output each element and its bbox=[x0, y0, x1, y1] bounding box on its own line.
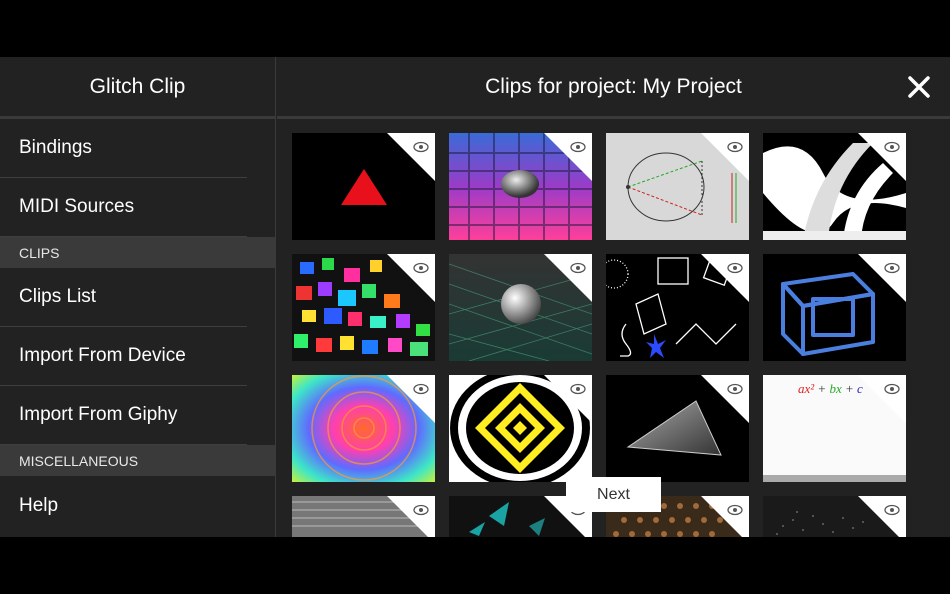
next-button[interactable]: Next bbox=[566, 477, 661, 512]
clips-header: Clips for project: My Project bbox=[277, 57, 950, 119]
clip-tile-bw-swirl[interactable] bbox=[763, 133, 906, 240]
clip-tile-ellipse-diagram[interactable] bbox=[606, 133, 749, 240]
eye-icon[interactable] bbox=[413, 141, 429, 153]
sidebar-item-import-from-device[interactable]: Import From Device bbox=[0, 327, 247, 386]
clip-tile-silver-sphere[interactable] bbox=[449, 254, 592, 361]
sidebar-item-clips-list[interactable]: Clips List bbox=[0, 268, 247, 327]
sidebar-item-help[interactable]: Help bbox=[0, 476, 247, 535]
eye-icon[interactable] bbox=[884, 141, 900, 153]
eye-icon[interactable] bbox=[413, 383, 429, 395]
clip-tile-grey-texture[interactable] bbox=[292, 496, 435, 537]
eye-icon[interactable] bbox=[727, 383, 743, 395]
corner-badge bbox=[858, 496, 906, 537]
clip-tile-glass-triangle[interactable] bbox=[606, 375, 749, 482]
eye-icon[interactable] bbox=[570, 383, 586, 395]
eye-icon[interactable] bbox=[727, 141, 743, 153]
close-button[interactable] bbox=[906, 74, 932, 100]
top-letterbox bbox=[0, 0, 950, 57]
corner-badge bbox=[387, 496, 435, 537]
eye-icon[interactable] bbox=[413, 262, 429, 274]
clip-tile-equation[interactable]: ax² + bx + c bbox=[763, 375, 906, 482]
clips-panel: Clips for project: My Project ax² + bx +… bbox=[277, 57, 950, 537]
clip-tile-op-art-diamond[interactable] bbox=[449, 375, 592, 482]
clip-tile-psychedelic-tunnel[interactable] bbox=[292, 375, 435, 482]
equation-text: ax² + bx + c bbox=[798, 381, 863, 396]
eye-icon[interactable] bbox=[884, 262, 900, 274]
clip-tile-chrome-sphere-grid[interactable] bbox=[449, 133, 592, 240]
clip-tile-line-shapes[interactable] bbox=[606, 254, 749, 361]
eye-icon[interactable] bbox=[884, 504, 900, 516]
eye-icon[interactable] bbox=[727, 504, 743, 516]
corner-badge bbox=[701, 496, 749, 537]
eye-icon[interactable] bbox=[570, 141, 586, 153]
app-window: Glitch Clip Bindings MIDI Sources CLIPS … bbox=[0, 57, 950, 537]
page-title: Clips for project: My Project bbox=[485, 74, 742, 98]
sidebar-item-midi-sources[interactable]: MIDI Sources bbox=[0, 178, 247, 237]
eye-icon[interactable] bbox=[727, 262, 743, 274]
sidebar-item-bindings[interactable]: Bindings bbox=[0, 119, 247, 178]
section-header-miscellaneous: MISCELLANEOUS bbox=[0, 445, 275, 476]
clip-tile-colorful-cubes[interactable] bbox=[292, 254, 435, 361]
section-header-clips: CLIPS bbox=[0, 237, 275, 268]
clip-tile-dark-particles[interactable] bbox=[763, 496, 906, 537]
sidebar-title: Glitch Clip bbox=[0, 57, 275, 119]
eye-icon[interactable] bbox=[884, 383, 900, 395]
sidebar-item-import-from-giphy[interactable]: Import From Giphy bbox=[0, 386, 247, 445]
clip-tile-tesseract[interactable] bbox=[763, 254, 906, 361]
bottom-letterbox bbox=[0, 537, 950, 594]
eye-icon[interactable] bbox=[413, 504, 429, 516]
close-icon bbox=[908, 76, 930, 98]
sidebar: Glitch Clip Bindings MIDI Sources CLIPS … bbox=[0, 57, 276, 537]
clip-tile-red-triangle[interactable] bbox=[292, 133, 435, 240]
eye-icon[interactable] bbox=[570, 262, 586, 274]
